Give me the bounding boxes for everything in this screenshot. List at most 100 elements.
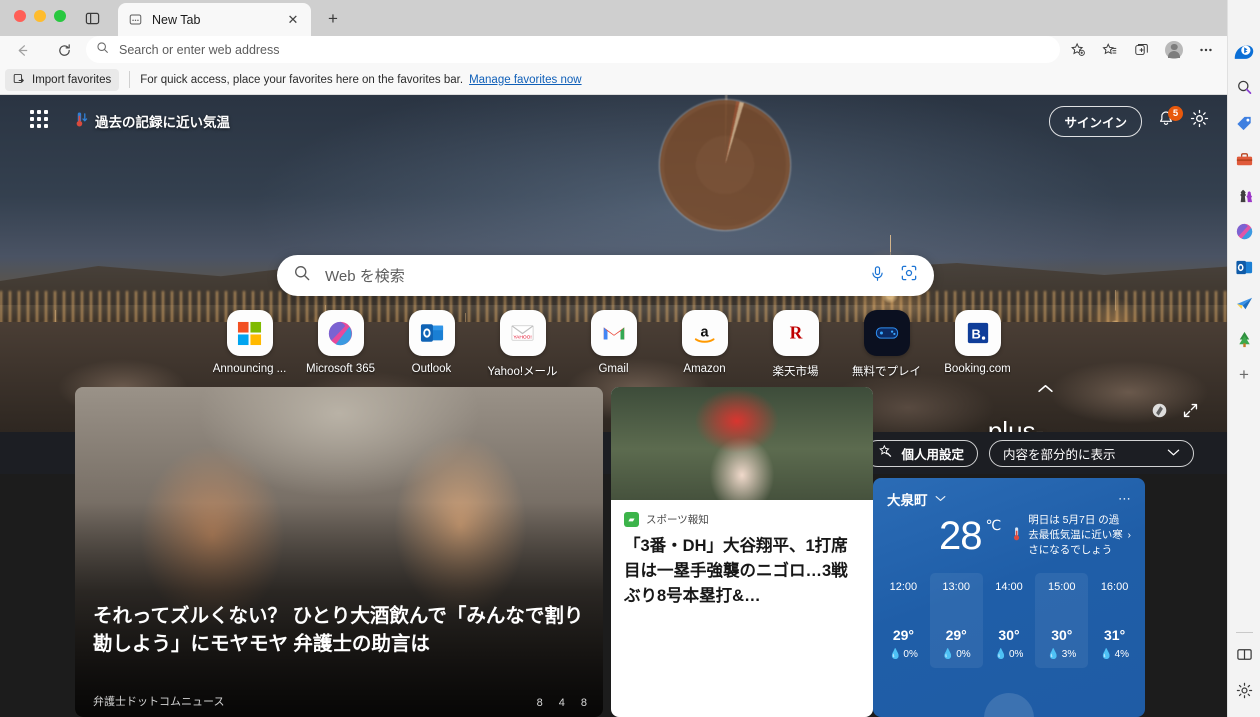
import-favorites-button[interactable]: Import favorites	[5, 68, 120, 91]
shortcut-label: Amazon	[683, 363, 726, 375]
weather-card[interactable]: 大泉町 ⋯ 28 ℃ 明日は 5月7日 の過去最低気温に近い寒さになるでしょう …	[873, 478, 1145, 717]
add-sidebar-app-icon[interactable]: +	[1231, 362, 1257, 388]
shortcut-tile[interactable]: Gmail	[568, 310, 659, 379]
hour-precipitation: 💧 4%	[1100, 648, 1130, 660]
background-image-info-icon[interactable]	[1151, 402, 1168, 424]
notifications-button[interactable]: 5	[1155, 106, 1183, 132]
hour-temp: 30°	[1051, 626, 1073, 643]
collections-icon[interactable]	[1127, 36, 1157, 63]
weather-note[interactable]: 明日は 5月7日 の過去最低気温に近い寒さになるでしょう ›	[1011, 513, 1131, 559]
address-bar-placeholder: Search or enter web address	[119, 42, 280, 57]
profile-avatar-icon[interactable]	[1159, 36, 1189, 63]
hour-precipitation: 💧 0%	[888, 648, 918, 660]
like-count[interactable]: 8	[537, 697, 543, 709]
shortcut-tile[interactable]: YAHOO! Yahoo!メール	[477, 310, 568, 379]
hourly-forecast-item[interactable]: 16:00 31° 💧 4%	[1088, 573, 1141, 668]
window-controls[interactable]	[14, 10, 66, 22]
tree-icon[interactable]	[1231, 326, 1257, 352]
personalize-button[interactable]: 個人用設定	[864, 439, 978, 467]
sign-in-button[interactable]: サインイン	[1049, 105, 1142, 137]
microphone-icon[interactable]	[869, 265, 886, 287]
gmail-icon	[590, 310, 637, 356]
hour-precipitation: 💧 0%	[994, 648, 1024, 660]
browser-window: New Tab ✕ + Search or enter web address	[0, 0, 1260, 717]
hour-time: 15:00	[1048, 580, 1076, 593]
tab-search-icon[interactable]	[81, 7, 103, 29]
tab-strip: New Tab ✕ +	[0, 0, 1227, 36]
minimize-window-button[interactable]	[34, 10, 46, 22]
shortcut-label: Yahoo!メール	[487, 366, 558, 378]
microsoft-365-icon[interactable]	[1231, 218, 1257, 244]
shortcut-tile[interactable]: a Amazon	[659, 310, 750, 379]
hourly-forecast-item[interactable]: 12:00 29° 💧 0%	[877, 573, 930, 668]
hour-temp: 29°	[892, 626, 914, 643]
share-count[interactable]: 8	[581, 697, 587, 709]
comment-count[interactable]: 4	[559, 697, 565, 709]
shortcut-label: 楽天市場	[772, 366, 819, 378]
paper-plane-icon[interactable]	[1231, 290, 1257, 316]
expand-fullscreen-icon[interactable]	[1182, 402, 1199, 424]
back-arrow-icon[interactable]	[8, 39, 36, 63]
bing-search-box[interactable]: Web を検索	[277, 255, 934, 296]
weather-temperature: 28	[939, 513, 982, 558]
add-favorite-star-icon[interactable]	[1063, 36, 1093, 63]
split-screen-icon[interactable]	[1231, 641, 1257, 667]
more-ellipsis-icon[interactable]: ⋯	[1118, 491, 1131, 507]
outlook-icon[interactable]	[1231, 254, 1257, 280]
bing-copilot-icon[interactable]	[1231, 38, 1257, 64]
maximize-window-button[interactable]	[54, 10, 66, 22]
address-bar[interactable]: Search or enter web address	[86, 36, 1060, 63]
more-options-icon[interactable]	[1191, 36, 1221, 63]
article-headline: それってズルくない？ ひとり大酒飲んで「みんなで割り勘しよう」にモヤモヤ 弁護士…	[93, 605, 584, 656]
shortcut-tile[interactable]: Announcing ...	[204, 310, 295, 379]
hour-time: 14:00	[995, 580, 1023, 593]
outlook-icon	[408, 310, 455, 356]
shortcut-tile[interactable]: Microsoft 365	[295, 310, 386, 379]
divider	[1235, 632, 1253, 633]
feed-card-article[interactable]: ▰ スポーツ報知 「3番・DH」大谷翔平、1打席目は一塁手強襲のニゴロ…3戦ぶり…	[611, 387, 873, 717]
article-source: スポーツ報知	[646, 514, 709, 526]
shopping-tag-icon[interactable]	[1231, 110, 1257, 136]
visual-search-icon[interactable]	[900, 264, 918, 287]
svg-text:R: R	[789, 323, 802, 343]
hero-background: 過去の記録に近い気温 サインイン 5 Web を検索 Announcing ..…	[0, 95, 1227, 432]
shortcut-label: Booking.com	[944, 363, 1011, 375]
add-shortcut-button[interactable]: plus-icon	[988, 416, 1044, 432]
import-favorites-label: Import favorites	[32, 73, 112, 86]
feed-card-article[interactable]: それってズルくない？ ひとり大酒飲んで「みんなで割り勘しよう」にモヤモヤ 弁護士…	[75, 387, 603, 717]
hourly-forecast-item[interactable]: 14:00 30° 💧 0%	[983, 573, 1036, 668]
chevron-up-icon[interactable]	[1037, 381, 1054, 398]
tab-new-tab[interactable]: New Tab ✕	[118, 3, 311, 36]
hour-time: 13:00	[942, 580, 970, 593]
weather-alert-chip[interactable]: 過去の記録に近い気温	[74, 111, 230, 131]
image-scrim	[75, 387, 603, 717]
shortcut-tile[interactable]: R 楽天市場	[750, 310, 841, 379]
new-tab-button[interactable]: +	[322, 8, 344, 30]
manage-favorites-link[interactable]: Manage favorites now	[469, 74, 582, 86]
games-icon[interactable]	[1231, 182, 1257, 208]
close-window-button[interactable]	[14, 10, 26, 22]
article-thumbnail	[611, 387, 873, 500]
app-launcher-waffle-icon[interactable]	[30, 110, 52, 132]
gear-icon[interactable]	[1190, 109, 1209, 133]
reload-icon[interactable]	[50, 39, 78, 63]
hour-temp: 30°	[998, 626, 1020, 643]
favorites-list-icon[interactable]	[1095, 36, 1125, 63]
partly-cloudy-icon	[1049, 599, 1075, 621]
shortcut-tile[interactable]: 無料でプレイ	[841, 310, 932, 379]
chevron-down-icon[interactable]	[935, 494, 946, 505]
shortcut-tile[interactable]: Outlook	[386, 310, 477, 379]
thermometer-down-icon	[74, 111, 89, 131]
thermometer-icon	[1011, 526, 1024, 546]
tab-title: New Tab	[152, 12, 201, 27]
hourly-forecast-item[interactable]: 15:00 30° 💧 3%	[1035, 572, 1089, 668]
sidebar-settings-gear-icon[interactable]	[1231, 677, 1257, 703]
close-icon[interactable]: ✕	[285, 12, 301, 28]
tools-toolbox-icon[interactable]	[1231, 146, 1257, 172]
hourly-forecast-item[interactable]: 13:00 29° 💧 0%	[929, 572, 983, 668]
search-icon[interactable]	[1231, 74, 1257, 100]
content-display-dropdown[interactable]: 内容を部分的に表示	[989, 439, 1194, 467]
weather-card-decoration	[984, 693, 1034, 717]
weather-city[interactable]: 大泉町	[887, 489, 928, 509]
shortcut-tile[interactable]: B Booking.com	[932, 310, 1023, 379]
